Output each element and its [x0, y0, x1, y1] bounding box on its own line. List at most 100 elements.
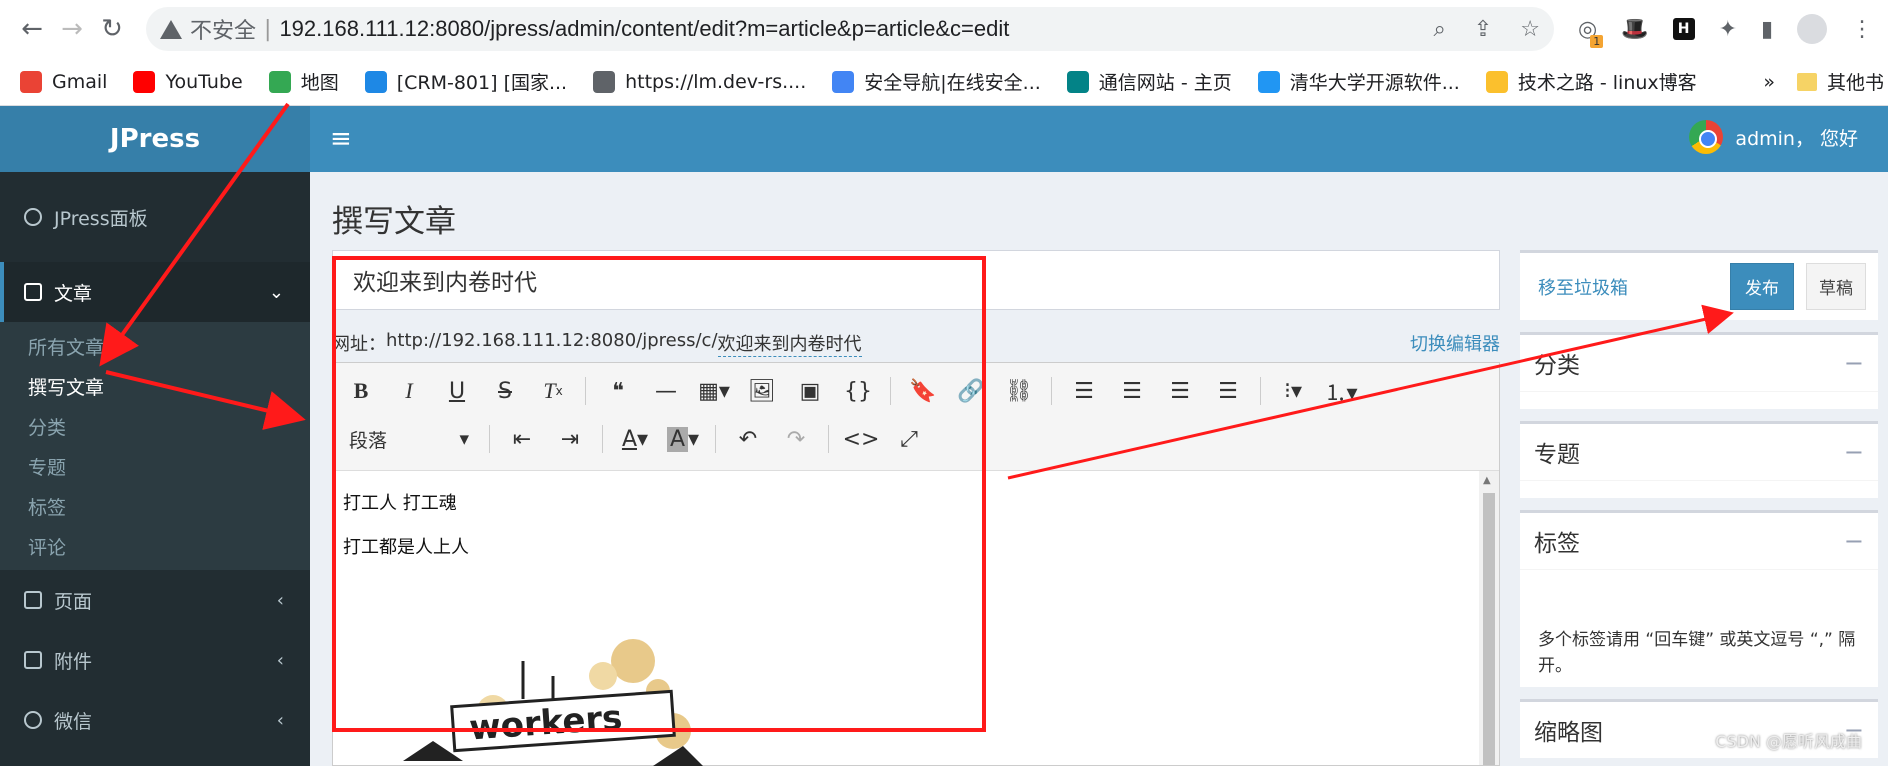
sidepanel-icon[interactable]: ▮: [1761, 17, 1773, 42]
bookmark-item[interactable]: 技术之路 - linux博客: [1486, 68, 1697, 95]
sidebar-item-label: 微信: [54, 707, 92, 734]
tags-header: 标签 −: [1520, 513, 1878, 569]
sidebar-item-label: JPress面板: [54, 204, 148, 231]
bookmarks-bar: Gmail YouTube 地图 [CRM-801] [国家... https://lm…: [0, 58, 1888, 106]
gmail-icon: [20, 71, 42, 93]
forward-icon[interactable]: →: [52, 9, 92, 49]
image-icon: [24, 651, 42, 669]
tags-input[interactable]: 多个标签请用 “回车键” 或英文逗号 “,” 隔开。: [1520, 569, 1878, 687]
unlink-icon[interactable]: ⛓: [997, 371, 1041, 411]
chevron-left-icon: ‹: [277, 710, 284, 731]
globe-icon: [593, 71, 615, 93]
tsinghua-icon: [1258, 71, 1280, 93]
wechat-icon: [24, 711, 42, 729]
numbered-list-icon[interactable]: ⒈▾: [1319, 371, 1363, 411]
star-icon[interactable]: ☆: [1520, 17, 1540, 42]
share-icon[interactable]: ⇪: [1474, 17, 1492, 42]
sidebar-toggle-icon[interactable]: ≡: [330, 124, 352, 154]
maps-icon: [269, 71, 291, 93]
sidebar-item-label: 页面: [54, 587, 92, 614]
bookmark-item[interactable]: YouTube: [133, 71, 242, 93]
file-icon: [24, 283, 42, 301]
align-left-icon[interactable]: ☰: [1062, 371, 1106, 411]
bookmark-item[interactable]: 通信网站 - 主页: [1067, 68, 1232, 95]
collapse-icon[interactable]: −: [1844, 438, 1864, 466]
scroll-thumb[interactable]: [1483, 493, 1495, 765]
bookmark-item[interactable]: https://lm.dev-rs....: [593, 71, 806, 93]
address-separator: |: [264, 17, 271, 42]
reload-icon[interactable]: ↻: [92, 9, 132, 49]
submenu-category[interactable]: 分类: [0, 406, 310, 446]
user-menu[interactable]: admin， 您好: [1689, 120, 1858, 154]
align-justify-icon[interactable]: ☰: [1206, 371, 1250, 411]
zoom-icon[interactable]: ⌕: [1434, 17, 1446, 42]
logo[interactable]: JPress: [0, 106, 310, 172]
page-icon: [24, 591, 42, 609]
menu-icon[interactable]: ⋮: [1851, 17, 1873, 42]
youtube-icon: [133, 71, 155, 93]
puzzle-icon[interactable]: ✦: [1719, 17, 1737, 42]
bookmark-item[interactable]: [CRM-801] [国家...: [365, 68, 567, 95]
extension-icon[interactable]: ◎1: [1578, 17, 1597, 42]
topic-body: [1520, 480, 1878, 498]
sidebar-item-attachment[interactable]: 附件 ‹: [0, 630, 310, 690]
collapse-icon[interactable]: −: [1844, 527, 1864, 555]
url-text[interactable]: 192.168.111.12:8080/jpress/admin/content…: [279, 16, 1009, 42]
editor-scrollbar[interactable]: ▲: [1479, 471, 1499, 765]
profile-icon[interactable]: [1797, 14, 1827, 44]
avatar: [1689, 120, 1723, 154]
sidebar-item-page[interactable]: 页面 ‹: [0, 570, 310, 630]
sidebar-item-wechat[interactable]: 微信 ‹: [0, 690, 310, 750]
submenu-topic[interactable]: 专题: [0, 446, 310, 486]
right-panel: 移至垃圾箱 发布 草稿 分类 − 专题 − 标签: [1520, 250, 1878, 770]
crm-icon: [365, 71, 387, 93]
submenu-all-articles[interactable]: 所有文章: [0, 326, 310, 366]
warning-icon: [160, 20, 182, 39]
folder-icon: [1797, 73, 1817, 91]
category-box: 分类 −: [1520, 332, 1878, 409]
draft-button[interactable]: 草稿: [1806, 263, 1866, 310]
extension-badge: 1: [1590, 35, 1603, 48]
box-title: 分类: [1534, 346, 1580, 380]
align-center-icon[interactable]: ☰: [1110, 371, 1154, 411]
bookmark-label: Gmail: [52, 71, 107, 93]
back-icon[interactable]: ←: [12, 9, 52, 49]
bookmark-item[interactable]: 安全导航|在线安全...: [832, 68, 1041, 95]
article-submenu: 所有文章 撰写文章 分类 专题 标签 评论: [0, 322, 310, 570]
submenu-tags[interactable]: 标签: [0, 486, 310, 526]
topic-box: 专题 −: [1520, 421, 1878, 498]
dashboard-icon: [24, 208, 42, 226]
browser-toolbar: ← → ↻ 不安全 | 192.168.111.12:8080/jpress/a…: [0, 0, 1888, 58]
bookmark-item[interactable]: 清华大学开源软件...: [1258, 68, 1460, 95]
sidebar: JPress面板 文章 ⌄ 所有文章 撰写文章 分类 专题 标签 评论 页面 ‹…: [0, 172, 310, 766]
box-title: 专题: [1534, 435, 1580, 469]
bookmark-item[interactable]: Gmail: [20, 71, 107, 93]
switch-editor-link[interactable]: 切换编辑器: [1410, 330, 1500, 357]
publish-box: 移至垃圾箱 发布 草稿: [1520, 250, 1878, 320]
hat-extension-icon[interactable]: 🎩: [1621, 17, 1648, 42]
submenu-comments[interactable]: 评论: [0, 526, 310, 566]
align-right-icon[interactable]: ☰: [1158, 371, 1202, 411]
tag-hint: 多个标签请用 “回车键” 或英文逗号 “,” 隔开。: [1538, 627, 1868, 679]
move-to-trash-link[interactable]: 移至垃圾箱: [1538, 274, 1628, 300]
sidebar-item-label: 附件: [54, 647, 92, 674]
annotation-highlight-box: [332, 256, 986, 732]
bookmark-label: YouTube: [165, 71, 242, 93]
more-bookmarks-button[interactable]: »: [1763, 71, 1775, 93]
tags-box: 标签 − 多个标签请用 “回车键” 或英文逗号 “,” 隔开。: [1520, 510, 1878, 687]
page-title: 撰写文章: [332, 196, 456, 241]
not-secure-indicator[interactable]: 不安全: [160, 13, 256, 45]
bookmark-item[interactable]: 地图: [269, 68, 339, 95]
h-extension-icon[interactable]: H: [1673, 18, 1695, 40]
sidebar-item-dashboard[interactable]: JPress面板: [0, 172, 310, 262]
other-bookmarks-folder[interactable]: 其他书: [1797, 68, 1884, 95]
submenu-write-article[interactable]: 撰写文章: [0, 366, 310, 406]
bookmark-label: [CRM-801] [国家...: [397, 68, 567, 95]
sidebar-item-article[interactable]: 文章 ⌄: [0, 262, 310, 322]
scroll-up-icon[interactable]: ▲: [1483, 475, 1491, 486]
chevron-left-icon: ‹: [277, 650, 284, 671]
publish-button[interactable]: 发布: [1730, 263, 1794, 310]
collapse-icon[interactable]: −: [1844, 349, 1864, 377]
bullet-list-icon[interactable]: ⁝▾: [1271, 371, 1315, 411]
address-bar[interactable]: 不安全 | 192.168.111.12:8080/jpress/admin/c…: [146, 7, 1554, 51]
